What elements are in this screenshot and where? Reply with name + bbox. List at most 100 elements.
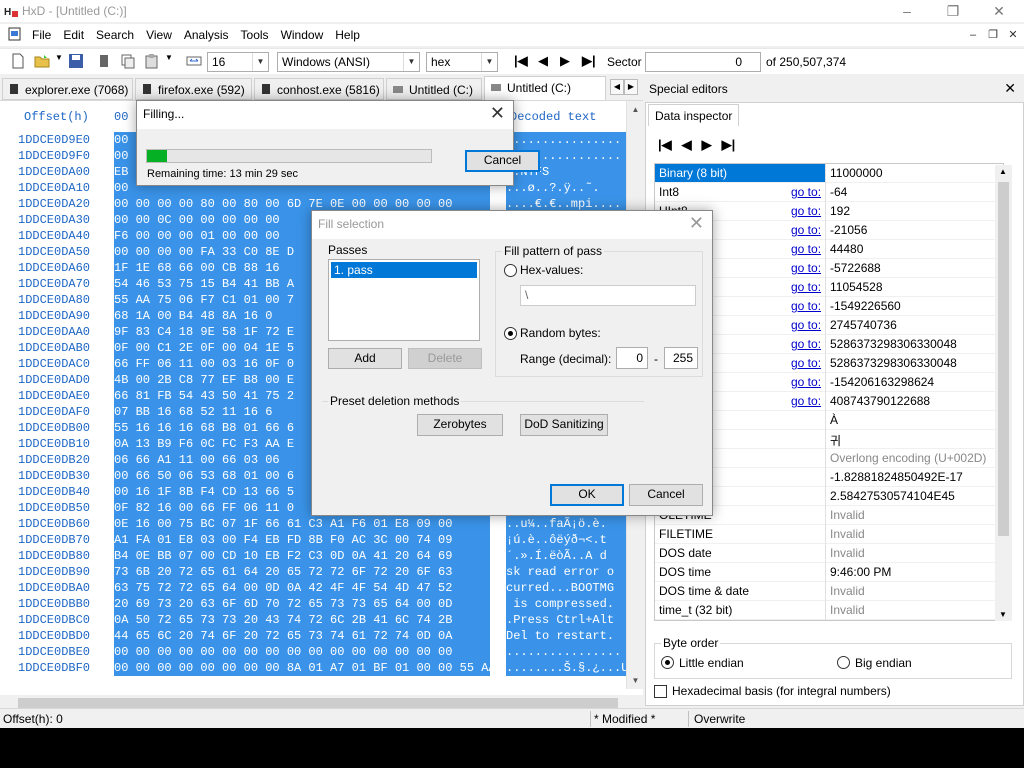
row-value[interactable]: Invalid: [830, 508, 865, 522]
goto-link[interactable]: go to:: [791, 204, 821, 218]
row-value[interactable]: Invalid: [830, 584, 865, 598]
display-mode-select[interactable]: hex ▼: [426, 52, 498, 72]
mdi-close-button[interactable]: ✕: [1006, 28, 1020, 42]
text-row[interactable]: ................: [506, 132, 628, 148]
row-value[interactable]: 44480: [830, 242, 863, 256]
hex-row[interactable]: 73 6B 20 72 65 61 64 20 65 72 72 6F 72 2…: [114, 564, 496, 580]
first-icon[interactable]: |◀: [658, 137, 672, 153]
scroll-up-icon[interactable]: ▲: [627, 101, 644, 118]
text-row[interactable]: curred...BOOTMG: [506, 580, 628, 596]
inspector-scrollbar[interactable]: ▲ ▼: [995, 165, 1012, 621]
menu-view[interactable]: View: [146, 28, 178, 42]
table-row[interactable]: DOS date Invalid: [655, 544, 1003, 563]
big-endian-radio[interactable]: [837, 656, 850, 669]
scrollbar-thumb[interactable]: [998, 182, 1009, 536]
prev-icon[interactable]: ◀: [682, 137, 692, 153]
menu-help[interactable]: Help: [335, 28, 366, 42]
goto-link[interactable]: go to:: [791, 299, 821, 313]
copy-icon[interactable]: [120, 53, 136, 69]
prev-sector-icon[interactable]: ◀: [538, 53, 548, 69]
zerobytes-button[interactable]: Zerobytes: [417, 414, 503, 436]
hex-values-radio[interactable]: [504, 264, 517, 277]
hex-row[interactable]: 0A 50 72 65 73 73 20 43 74 72 6C 2B 41 6…: [114, 612, 496, 628]
hex-row[interactable]: 00 00 00 00 00 00 00 00 8A 01 A7 01 BF 0…: [114, 660, 496, 676]
tab-firefox[interactable]: firefox.exe (592): [135, 78, 252, 100]
goto-link[interactable]: go to:: [791, 280, 821, 294]
menu-analysis[interactable]: Analysis: [184, 28, 235, 42]
text-row[interactable]: ..u¼..faÃ¡ö.è.: [506, 516, 628, 532]
goto-link[interactable]: go to:: [791, 242, 821, 256]
scroll-down-icon[interactable]: ▼: [999, 610, 1007, 619]
tab-scroll-right-icon[interactable]: ▶: [624, 79, 638, 95]
table-row[interactable]: Int8 go to: -64: [655, 183, 1003, 202]
random-bytes-label[interactable]: Random bytes:: [520, 326, 601, 340]
table-row[interactable]: DOS time & date Invalid: [655, 582, 1003, 601]
text-row[interactable]: ´.».Í.ëòÃ..A d: [506, 548, 628, 564]
row-value[interactable]: 408743790122688: [830, 394, 930, 408]
menu-search[interactable]: Search: [96, 28, 140, 42]
open-folder-icon[interactable]: [34, 53, 50, 69]
text-row[interactable]: ...ø..?.ÿ..˜.: [506, 180, 628, 196]
goto-link[interactable]: go to:: [791, 356, 821, 370]
row-value[interactable]: 5286373298306330048: [830, 337, 957, 351]
table-row[interactable]: time_t (32 bit) Invalid: [655, 601, 1003, 620]
paste-icon[interactable]: [144, 53, 160, 69]
save-icon[interactable]: [68, 53, 84, 69]
text-row[interactable]: Del to restart.: [506, 628, 628, 644]
text-row[interactable]: sk read error o: [506, 564, 628, 580]
row-value[interactable]: Invalid: [830, 546, 865, 560]
next-sector-icon[interactable]: ▶: [560, 53, 570, 69]
range-to-input[interactable]: 255: [664, 347, 698, 369]
close-icon[interactable]: ✕: [490, 103, 505, 124]
goto-link[interactable]: go to:: [791, 337, 821, 351]
passes-list[interactable]: 1. pass: [328, 259, 480, 341]
hex-row[interactable]: A1 FA 01 E8 03 00 F4 EB FD 8B F0 AC 3C 0…: [114, 532, 496, 548]
bytes-per-row-select[interactable]: 16 ▼: [207, 52, 269, 72]
row-value[interactable]: À: [830, 413, 838, 427]
row-value[interactable]: -64: [830, 185, 847, 199]
row-value[interactable]: -1549226560: [830, 299, 901, 313]
text-row[interactable]: ¡ú.è..ôëýð¬<.t: [506, 532, 628, 548]
mdi-minimize-button[interactable]: –: [966, 28, 980, 42]
row-value[interactable]: 9:46:00 PM: [830, 565, 891, 579]
row-value[interactable]: -154206163298624: [830, 375, 934, 389]
maximize-button[interactable]: ❐: [930, 0, 976, 22]
little-endian-radio[interactable]: [661, 656, 674, 669]
row-value[interactable]: -1.82881824850492E-17: [830, 470, 963, 484]
delete-pass-button[interactable]: Delete: [408, 348, 482, 369]
goto-link[interactable]: go to:: [791, 318, 821, 332]
tab-scroll-left-icon[interactable]: ◀: [610, 79, 624, 95]
tab-conhost[interactable]: conhost.exe (5816): [254, 78, 384, 100]
ok-button[interactable]: OK: [550, 484, 624, 506]
hex-row[interactable]: 44 65 6C 20 74 6F 20 72 65 73 74 61 72 7…: [114, 628, 496, 644]
row-value[interactable]: 11054528: [830, 280, 883, 294]
text-row[interactable]: is compressed.: [506, 596, 628, 612]
menu-tools[interactable]: Tools: [241, 28, 275, 42]
row-value[interactable]: -21056: [830, 223, 867, 237]
hex-basis-checkbox[interactable]: [654, 685, 667, 698]
row-value[interactable]: Overlong encoding (U+002D): [830, 451, 986, 465]
table-row[interactable]: Binary (8 bit) 11000000: [655, 164, 1003, 183]
first-sector-icon[interactable]: |◀: [514, 53, 528, 69]
hex-values-label[interactable]: Hex-values:: [520, 263, 583, 277]
last-sector-icon[interactable]: ▶|: [582, 53, 596, 69]
menu-edit[interactable]: Edit: [63, 28, 90, 42]
tab-data-inspector[interactable]: Data inspector: [648, 104, 740, 126]
add-pass-button[interactable]: Add: [328, 348, 402, 369]
table-row[interactable]: FILETIME Invalid: [655, 525, 1003, 544]
goto-link[interactable]: go to:: [791, 185, 821, 199]
text-row[interactable]: .Press Ctrl+Alt: [506, 612, 628, 628]
new-file-icon[interactable]: [10, 53, 26, 69]
goto-link[interactable]: go to:: [791, 223, 821, 237]
goto-link[interactable]: go to:: [791, 394, 821, 408]
row-value[interactable]: 5286373298306330048: [830, 356, 957, 370]
random-bytes-radio[interactable]: [504, 327, 517, 340]
next-icon[interactable]: ▶: [702, 137, 712, 153]
text-row[interactable]: ........Š.§.¿...U: [506, 660, 628, 676]
special-editors-close-button[interactable]: ✕: [1004, 80, 1016, 97]
table-row[interactable]: time_t (64 bit)Invalid: [655, 620, 1003, 621]
sector-input[interactable]: 0: [645, 52, 761, 72]
list-item[interactable]: 1. pass: [331, 262, 477, 278]
open-dropdown-icon[interactable]: ▼: [55, 53, 63, 62]
goto-link[interactable]: go to:: [791, 261, 821, 275]
